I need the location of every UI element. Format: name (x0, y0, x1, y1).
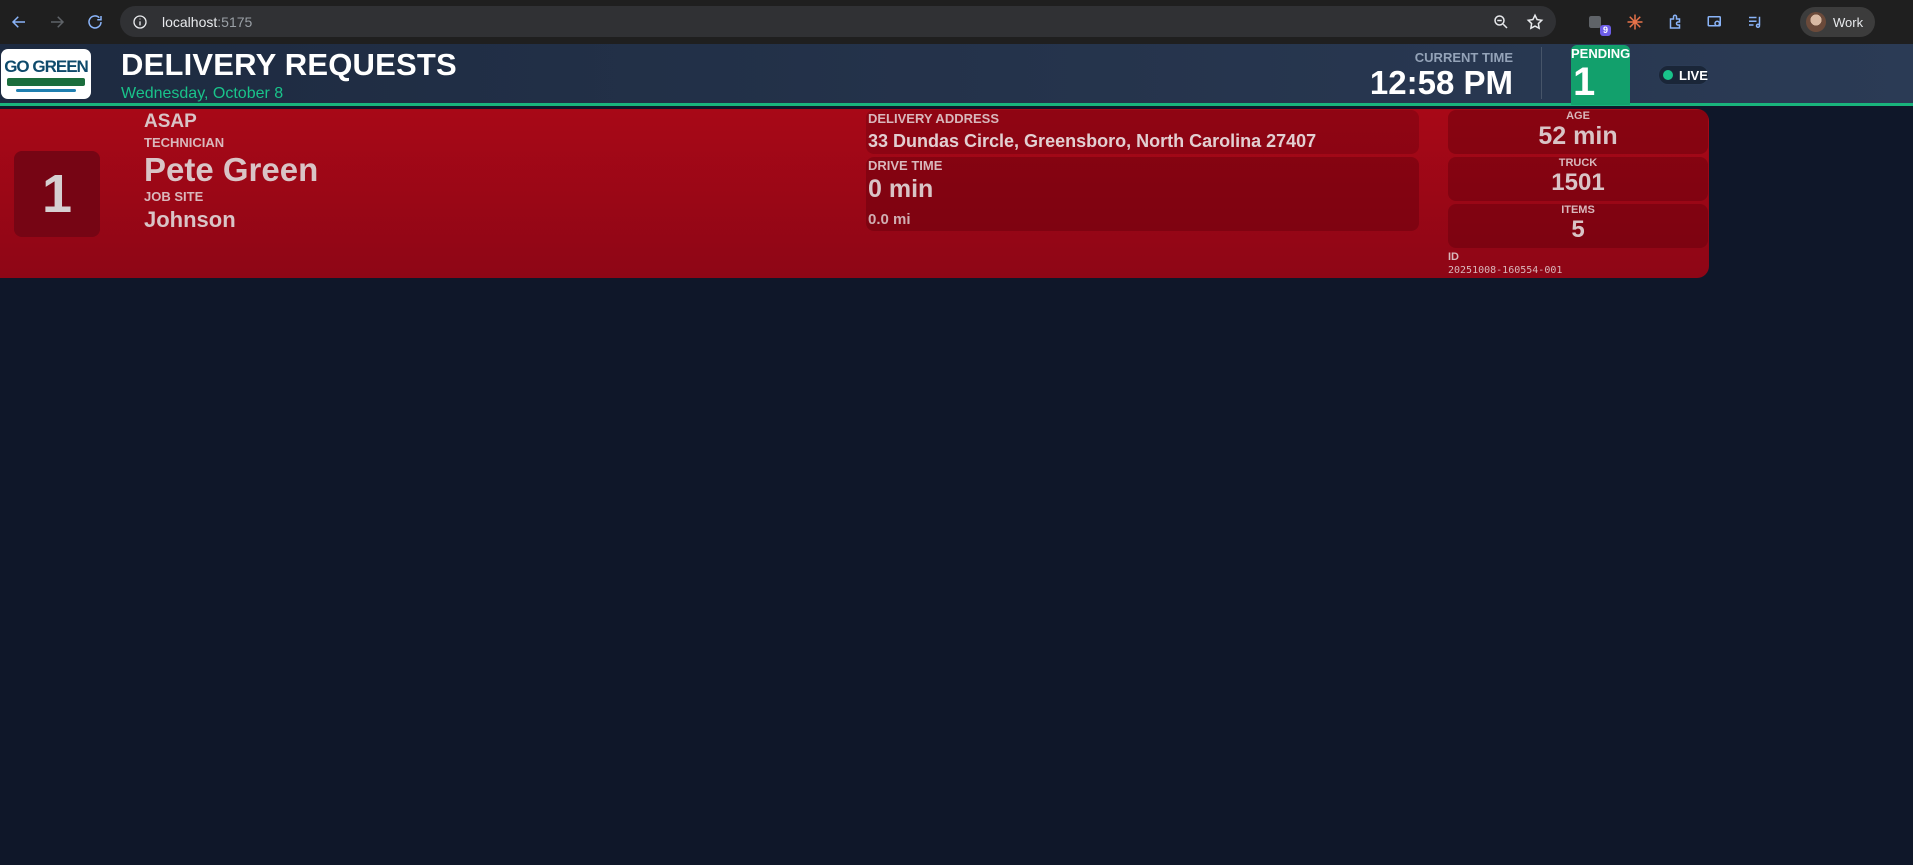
items-value: 5 (1571, 216, 1585, 243)
devtools-icon[interactable] (1705, 12, 1725, 32)
delivery-address-label: DELIVERY ADDRESS (868, 111, 999, 126)
drive-time-label: DRIVE TIME (868, 158, 943, 173)
technician-name: Pete Green (144, 151, 319, 188)
job-site-value: Johnson (144, 207, 236, 232)
back-button[interactable] (0, 0, 38, 44)
header-divider (1541, 47, 1542, 99)
profile-button[interactable]: Work (1800, 7, 1875, 37)
request-id-label: ID (1448, 251, 1459, 263)
browser-toolbar: localhost:5175 9 Work (0, 0, 1913, 44)
extensions-puzzle-icon[interactable] (1665, 12, 1685, 32)
current-date: Wednesday, October 8 (121, 85, 284, 102)
live-label: LIVE (1679, 67, 1708, 83)
delivery-request-card[interactable]: 1 ASAP TECHNICIAN Pete Green JOB SITE Jo… (0, 109, 1709, 278)
current-time-label: CURRENT TIME (1414, 50, 1513, 65)
url-text: localhost:5175 (162, 13, 253, 30)
forward-button[interactable] (38, 0, 76, 44)
delivery-address: 33 Dundas Circle, Greensboro, North Caro… (868, 131, 1317, 151)
app-header: GO GREEN DELIVERY REQUESTS Wednesday, Oc… (0, 44, 1913, 106)
extension-burst-icon[interactable] (1625, 12, 1645, 32)
reload-button[interactable] (76, 0, 114, 44)
arrow-left-icon (11, 16, 25, 28)
current-time: 12:58 PM (1369, 64, 1513, 101)
page-title: DELIVERY REQUESTS (121, 47, 457, 82)
age-value: 52 min (1538, 122, 1618, 150)
pending-label: PENDING (1571, 46, 1631, 61)
drive-time-value: 0 min (868, 175, 934, 203)
live-dot-icon (1663, 70, 1673, 80)
pending-count: 1 (1573, 60, 1596, 104)
queue-number: 1 (14, 151, 100, 237)
arrow-right-icon (51, 16, 65, 28)
extension-badge: 9 (1599, 25, 1611, 36)
distance-value: 0.0 mi (868, 211, 911, 228)
pending-counter: PENDING 1 (1571, 45, 1630, 105)
job-site-label: JOB SITE (144, 189, 204, 204)
age-label: AGE (1566, 110, 1590, 122)
bookmark-star-icon[interactable] (1526, 13, 1544, 31)
site-info-icon[interactable] (132, 14, 148, 30)
profile-label: Work (1833, 14, 1864, 30)
media-controls-icon[interactable] (1745, 12, 1765, 32)
zoom-icon[interactable] (1492, 13, 1510, 31)
request-id: 20251008-160554-001 (1448, 265, 1563, 276)
drive-time-panel (866, 157, 1419, 231)
go-green-logo: GO GREEN (1, 49, 91, 99)
address-bar[interactable]: localhost:5175 (120, 6, 1556, 37)
truck-label: TRUCK (1558, 157, 1598, 169)
technician-label: TECHNICIAN (144, 135, 225, 150)
avatar (1806, 12, 1826, 32)
extension-icon[interactable]: 9 (1585, 12, 1611, 36)
priority-tag: ASAP (144, 111, 197, 132)
reload-icon (88, 15, 102, 29)
truck-value: 1501 (1551, 169, 1605, 196)
live-indicator: LIVE (1658, 65, 1709, 85)
items-label: ITEMS (1561, 204, 1595, 216)
